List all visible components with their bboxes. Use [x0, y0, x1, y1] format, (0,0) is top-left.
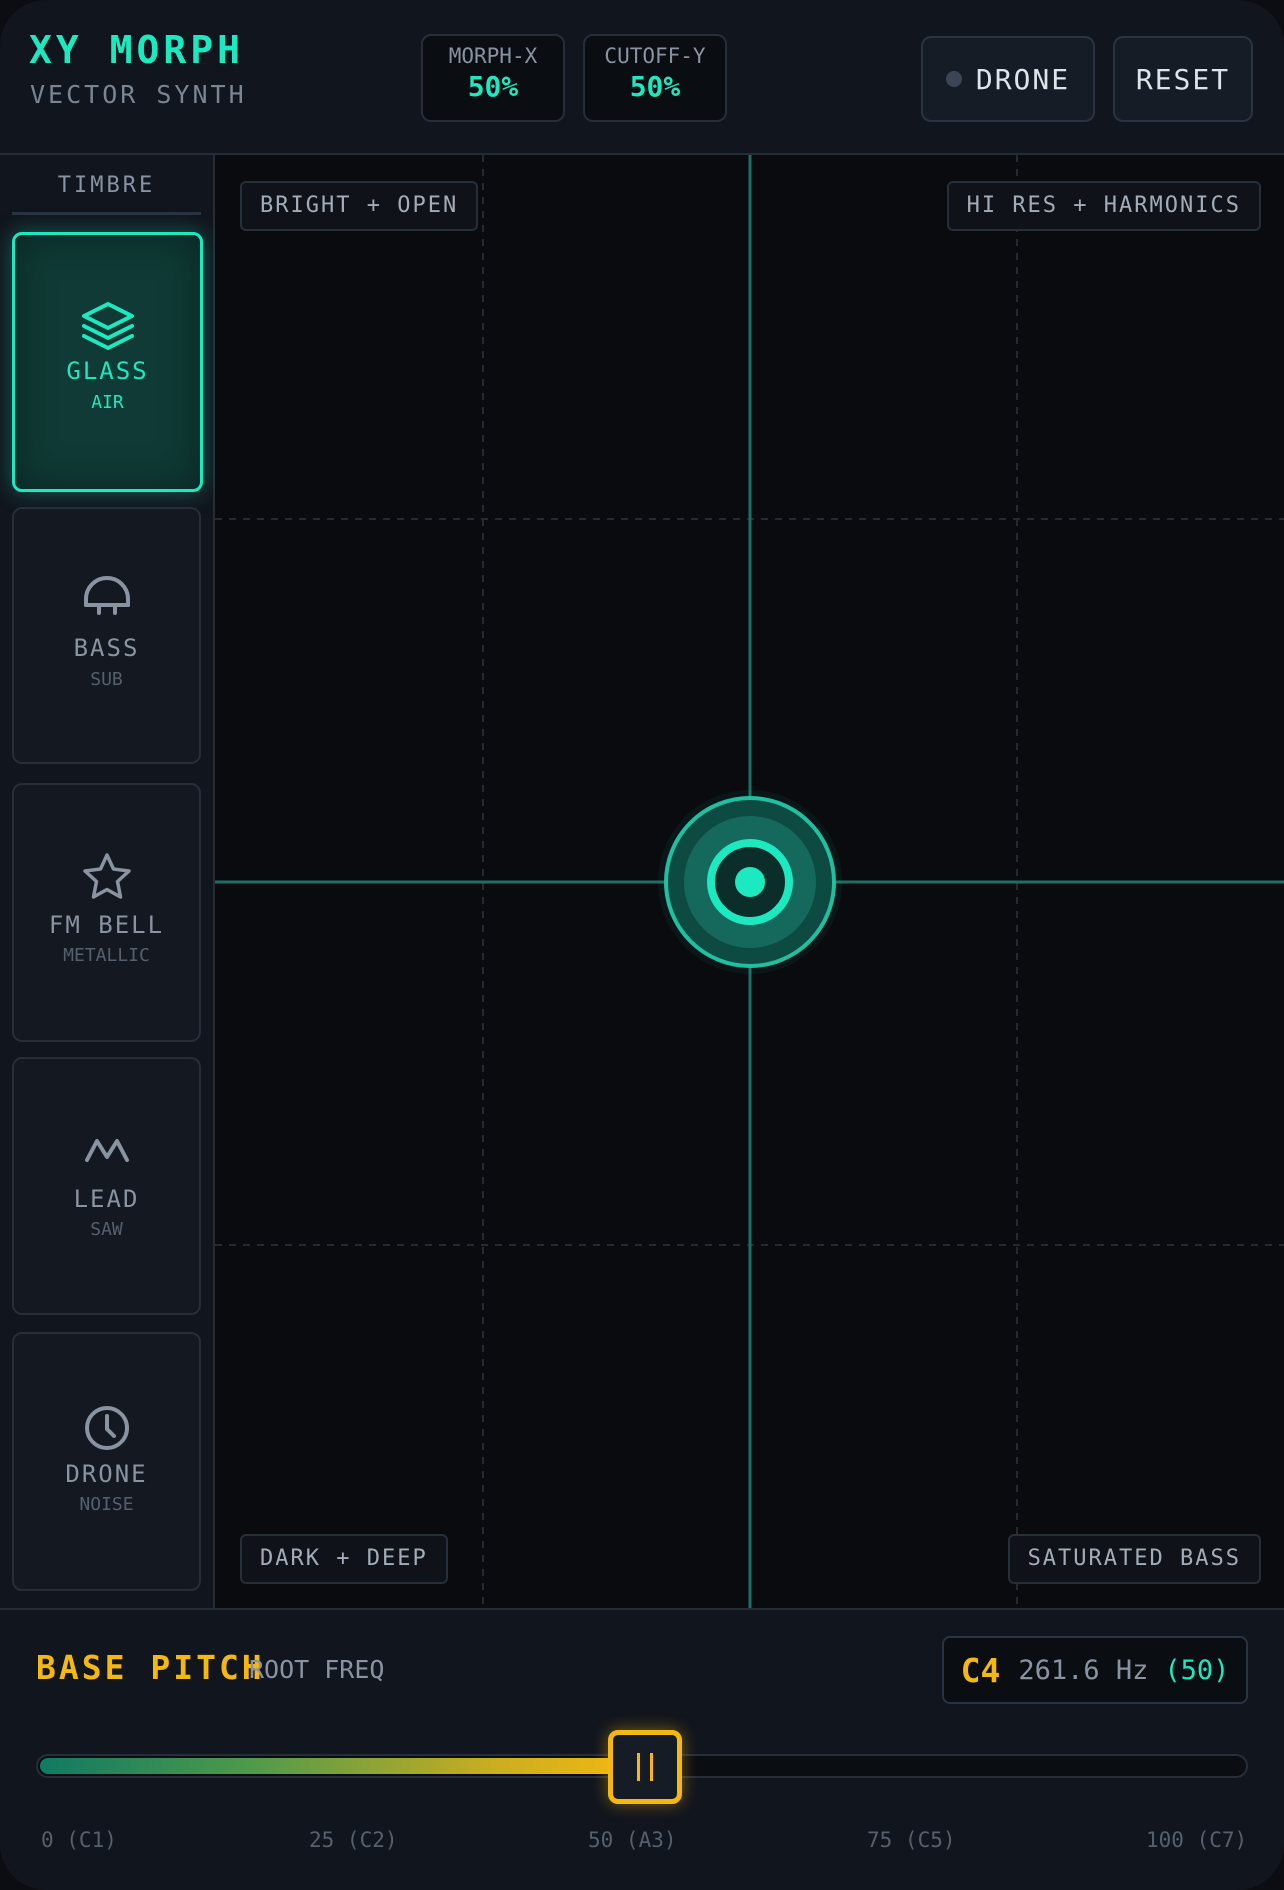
pitch-note: C4 — [960, 1650, 1001, 1690]
xy-cursor — [658, 790, 842, 974]
app-title: XY MORPH — [29, 28, 245, 72]
timbre-lead-sub: SAW — [90, 1219, 123, 1240]
timbre-glass-sub: AIR — [91, 392, 124, 413]
base-pitch-panel: BASE PITCH ROOT FREQ C4 261.6 Hz (50) 0 … — [0, 1608, 1284, 1890]
timbre-lead-name: LEAD — [73, 1185, 140, 1213]
pitch-readout: C4 261.6 Hz (50) — [942, 1636, 1248, 1704]
saw-wave-icon — [14, 1137, 199, 1163]
timbre-fm-bell-sub: METALLIC — [63, 945, 150, 966]
cutoff-y-readout: CUTOFF-Y 50% — [583, 34, 727, 122]
timbre-drone-sub: NOISE — [79, 1494, 134, 1515]
timbre-glass[interactable]: GLASS AIR — [12, 232, 203, 492]
pitch-tick-0: 0 (C1) — [41, 1828, 117, 1852]
timbre-title: TIMBRE — [57, 173, 156, 198]
star-icon — [14, 852, 199, 902]
morph-x-label: MORPH-X — [448, 44, 538, 68]
timbre-fm-bell-name: FM BELL — [48, 911, 165, 939]
grip-icon — [637, 1753, 640, 1781]
app-subtitle: VECTOR SYNTH — [30, 80, 247, 109]
timbre-drone[interactable]: DRONE NOISE — [12, 1332, 201, 1591]
layers-icon — [15, 300, 200, 350]
pitch-value: (50) — [1164, 1654, 1230, 1686]
headphones-icon — [14, 575, 199, 619]
drone-button-label: DRONE — [975, 62, 1071, 96]
pitch-slider-fill — [40, 1758, 642, 1774]
pitch-tick-25: 25 (C2) — [309, 1828, 398, 1852]
xy-pad[interactable]: BRIGHT + OPEN HI RES + HARMONICS DARK + … — [215, 155, 1284, 1608]
corner-label-bottom-right: SATURATED BASS — [1007, 1534, 1261, 1584]
timbre-bass[interactable]: BASS SUB — [12, 507, 201, 764]
corner-label-top-left: BRIGHT + OPEN — [240, 181, 479, 231]
timbre-lead[interactable]: LEAD SAW — [12, 1057, 201, 1315]
corner-label-top-right: HI RES + HARMONICS — [946, 181, 1261, 231]
timbre-fm-bell[interactable]: FM BELL METALLIC — [12, 783, 201, 1042]
drone-toggle-button[interactable]: DRONE — [921, 36, 1095, 122]
drone-status-dot-icon — [945, 71, 962, 87]
cutoff-y-value: 50% — [629, 70, 681, 103]
xy-morph-app: XY MORPH VECTOR SYNTH MORPH-X 50% CUTOFF… — [0, 0, 1284, 1890]
timbre-bass-sub: SUB — [90, 669, 123, 690]
base-pitch-subtitle: ROOT FREQ — [249, 1655, 385, 1684]
clock-icon — [14, 1404, 199, 1452]
pitch-slider-thumb[interactable] — [608, 1730, 682, 1804]
pitch-tick-75: 75 (C5) — [867, 1828, 956, 1852]
timbre-bass-name: BASS — [73, 634, 140, 662]
reset-button-label: RESET — [1135, 62, 1231, 96]
base-pitch-title: BASE PITCH — [36, 1648, 265, 1687]
timbre-sidebar: TIMBRE GLASS AIR BASS SUB FM BELL METALL… — [0, 155, 215, 1608]
timbre-divider — [12, 212, 201, 215]
corner-label-bottom-left: DARK + DEEP — [240, 1534, 448, 1584]
cutoff-y-label: CUTOFF-Y — [604, 44, 706, 68]
timbre-drone-name: DRONE — [65, 1460, 148, 1488]
morph-x-value: 50% — [467, 70, 519, 103]
xy-pad-grid — [215, 155, 1284, 1608]
timbre-glass-name: GLASS — [66, 357, 149, 385]
pitch-tick-100: 100 (C7) — [1146, 1828, 1248, 1852]
morph-x-readout: MORPH-X 50% — [421, 34, 565, 122]
reset-button[interactable]: RESET — [1113, 36, 1253, 122]
pitch-frequency: 261.6 Hz — [1018, 1654, 1149, 1686]
header: XY MORPH VECTOR SYNTH MORPH-X 50% CUTOFF… — [0, 0, 1284, 155]
pitch-tick-50: 50 (A3) — [588, 1828, 677, 1852]
